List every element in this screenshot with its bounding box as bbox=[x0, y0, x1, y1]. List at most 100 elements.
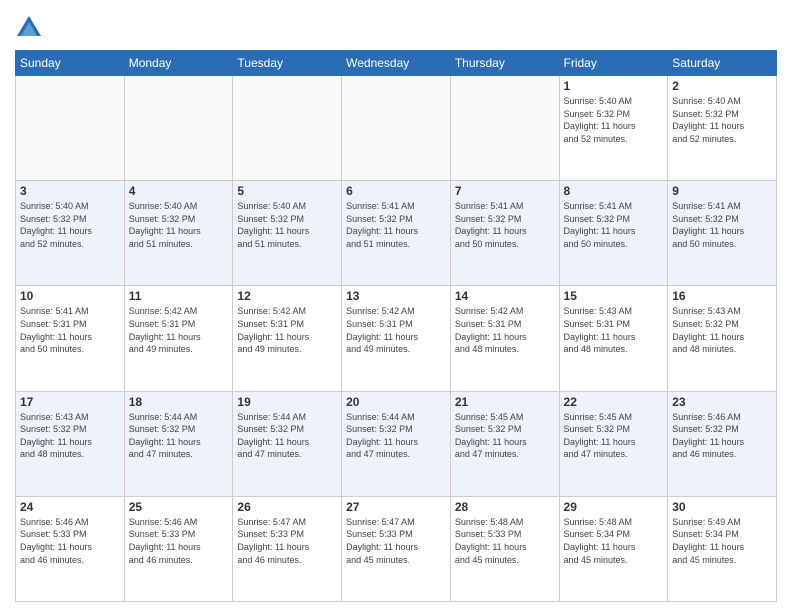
calendar-cell: 19 Sunrise: 5:44 AM Sunset: 5:32 PM Dayli… bbox=[233, 391, 342, 496]
calendar-cell: 27Sunrise: 5:47 AM Sunset: 5:33 PM Dayli… bbox=[342, 496, 451, 601]
day-info: Sunrise: 5:44 AM Sunset: 5:32 PM Dayligh… bbox=[237, 411, 337, 461]
day-number: 11 bbox=[129, 289, 229, 303]
day-number: 8 bbox=[564, 184, 664, 198]
day-info: Sunrise: 5:40 AM Sunset: 5:32 PM Dayligh… bbox=[129, 200, 229, 250]
calendar-cell: 9 Sunrise: 5:41 AM Sunset: 5:32 PM Daylig… bbox=[668, 181, 777, 286]
day-number: 22 bbox=[564, 395, 664, 409]
calendar-cell: 24 Sunrise: 5:46 AM Sunset: 5:33 PM Dayli… bbox=[16, 496, 125, 601]
day-info: Sunrise: 5:40 AM Sunset: 5:32 PM Dayligh… bbox=[672, 95, 772, 145]
day-info: Sunrise: 5:45 AM Sunset: 5:32 PM Dayligh… bbox=[564, 411, 664, 461]
calendar-cell bbox=[450, 76, 559, 181]
calendar-week-2: 3 Sunrise: 5:40 AM Sunset: 5:32 PM Daylig… bbox=[16, 181, 777, 286]
calendar-cell bbox=[16, 76, 125, 181]
calendar-cell: 15 Sunrise: 5:43 AM Sunset: 5:31 PM Dayli… bbox=[559, 286, 668, 391]
day-number: 16 bbox=[672, 289, 772, 303]
calendar-cell: 17 Sunrise: 5:43 AM Sunset: 5:32 PM Dayli… bbox=[16, 391, 125, 496]
day-number: 24 bbox=[20, 500, 120, 514]
day-header-saturday: Saturday bbox=[668, 51, 777, 76]
day-number: 21 bbox=[455, 395, 555, 409]
day-number: 5 bbox=[237, 184, 337, 198]
calendar-cell: 26 Sunrise: 5:47 AM Sunset: 5:33 PM Dayli… bbox=[233, 496, 342, 601]
day-info: Sunrise: 5:47 AM Sunset: 5:33 PM Dayligh… bbox=[237, 516, 337, 566]
day-info: Sunrise: 5:48 AM Sunset: 5:34 PM Dayligh… bbox=[564, 516, 664, 566]
day-info: Sunrise: 5:45 AM Sunset: 5:32 PM Dayligh… bbox=[455, 411, 555, 461]
calendar-cell: 21 Sunrise: 5:45 AM Sunset: 5:32 PM Dayli… bbox=[450, 391, 559, 496]
calendar-cell: 3 Sunrise: 5:40 AM Sunset: 5:32 PM Daylig… bbox=[16, 181, 125, 286]
day-info: Sunrise: 5:49 AM Sunset: 5:34 PM Dayligh… bbox=[672, 516, 772, 566]
calendar: SundayMondayTuesdayWednesdayThursdayFrid… bbox=[15, 50, 777, 602]
calendar-cell: 2Sunrise: 5:40 AM Sunset: 5:32 PM Daylig… bbox=[668, 76, 777, 181]
calendar-cell: 25 Sunrise: 5:46 AM Sunset: 5:33 PM Dayli… bbox=[124, 496, 233, 601]
day-number: 15 bbox=[564, 289, 664, 303]
day-number: 12 bbox=[237, 289, 337, 303]
day-info: Sunrise: 5:48 AM Sunset: 5:33 PM Dayligh… bbox=[455, 516, 555, 566]
day-number: 19 bbox=[237, 395, 337, 409]
calendar-week-1: 1 Sunrise: 5:40 AM Sunset: 5:32 PM Daylig… bbox=[16, 76, 777, 181]
day-header-friday: Friday bbox=[559, 51, 668, 76]
day-info: Sunrise: 5:43 AM Sunset: 5:31 PM Dayligh… bbox=[564, 305, 664, 355]
day-info: Sunrise: 5:46 AM Sunset: 5:33 PM Dayligh… bbox=[20, 516, 120, 566]
day-info: Sunrise: 5:43 AM Sunset: 5:32 PM Dayligh… bbox=[672, 305, 772, 355]
day-header-tuesday: Tuesday bbox=[233, 51, 342, 76]
calendar-cell: 11 Sunrise: 5:42 AM Sunset: 5:31 PM Dayli… bbox=[124, 286, 233, 391]
logo-icon bbox=[15, 14, 43, 42]
day-number: 27 bbox=[346, 500, 446, 514]
calendar-cell: 8 Sunrise: 5:41 AM Sunset: 5:32 PM Daylig… bbox=[559, 181, 668, 286]
day-info: Sunrise: 5:41 AM Sunset: 5:32 PM Dayligh… bbox=[564, 200, 664, 250]
day-info: Sunrise: 5:43 AM Sunset: 5:32 PM Dayligh… bbox=[20, 411, 120, 461]
calendar-cell: 23 Sunrise: 5:46 AM Sunset: 5:32 PM Dayli… bbox=[668, 391, 777, 496]
day-info: Sunrise: 5:41 AM Sunset: 5:32 PM Dayligh… bbox=[455, 200, 555, 250]
day-header-monday: Monday bbox=[124, 51, 233, 76]
day-number: 30 bbox=[672, 500, 772, 514]
day-number: 9 bbox=[672, 184, 772, 198]
day-header-wednesday: Wednesday bbox=[342, 51, 451, 76]
calendar-cell: 29 Sunrise: 5:48 AM Sunset: 5:34 PM Dayli… bbox=[559, 496, 668, 601]
day-info: Sunrise: 5:42 AM Sunset: 5:31 PM Dayligh… bbox=[129, 305, 229, 355]
calendar-cell: 16 Sunrise: 5:43 AM Sunset: 5:32 PM Dayli… bbox=[668, 286, 777, 391]
calendar-cell: 7Sunrise: 5:41 AM Sunset: 5:32 PM Daylig… bbox=[450, 181, 559, 286]
logo bbox=[15, 14, 47, 42]
calendar-cell: 13 Sunrise: 5:42 AM Sunset: 5:31 PM Dayli… bbox=[342, 286, 451, 391]
day-number: 18 bbox=[129, 395, 229, 409]
calendar-cell bbox=[342, 76, 451, 181]
day-info: Sunrise: 5:40 AM Sunset: 5:32 PM Dayligh… bbox=[564, 95, 664, 145]
calendar-cell: 12Sunrise: 5:42 AM Sunset: 5:31 PM Dayli… bbox=[233, 286, 342, 391]
day-number: 25 bbox=[129, 500, 229, 514]
day-info: Sunrise: 5:40 AM Sunset: 5:32 PM Dayligh… bbox=[20, 200, 120, 250]
day-number: 13 bbox=[346, 289, 446, 303]
calendar-cell: 28Sunrise: 5:48 AM Sunset: 5:33 PM Dayli… bbox=[450, 496, 559, 601]
day-info: Sunrise: 5:46 AM Sunset: 5:32 PM Dayligh… bbox=[672, 411, 772, 461]
calendar-cell: 30 Sunrise: 5:49 AM Sunset: 5:34 PM Dayli… bbox=[668, 496, 777, 601]
day-number: 4 bbox=[129, 184, 229, 198]
day-number: 17 bbox=[20, 395, 120, 409]
calendar-cell bbox=[233, 76, 342, 181]
calendar-cell: 6 Sunrise: 5:41 AM Sunset: 5:32 PM Daylig… bbox=[342, 181, 451, 286]
calendar-week-5: 24 Sunrise: 5:46 AM Sunset: 5:33 PM Dayli… bbox=[16, 496, 777, 601]
day-info: Sunrise: 5:40 AM Sunset: 5:32 PM Dayligh… bbox=[237, 200, 337, 250]
day-number: 6 bbox=[346, 184, 446, 198]
day-number: 14 bbox=[455, 289, 555, 303]
day-number: 1 bbox=[564, 79, 664, 93]
calendar-cell: 22 Sunrise: 5:45 AM Sunset: 5:32 PM Dayli… bbox=[559, 391, 668, 496]
day-header-sunday: Sunday bbox=[16, 51, 125, 76]
day-info: Sunrise: 5:46 AM Sunset: 5:33 PM Dayligh… bbox=[129, 516, 229, 566]
calendar-cell: 20Sunrise: 5:44 AM Sunset: 5:32 PM Dayli… bbox=[342, 391, 451, 496]
day-number: 23 bbox=[672, 395, 772, 409]
day-number: 26 bbox=[237, 500, 337, 514]
calendar-header-row: SundayMondayTuesdayWednesdayThursdayFrid… bbox=[16, 51, 777, 76]
calendar-week-4: 17 Sunrise: 5:43 AM Sunset: 5:32 PM Dayli… bbox=[16, 391, 777, 496]
day-number: 29 bbox=[564, 500, 664, 514]
day-info: Sunrise: 5:42 AM Sunset: 5:31 PM Dayligh… bbox=[455, 305, 555, 355]
day-info: Sunrise: 5:42 AM Sunset: 5:31 PM Dayligh… bbox=[346, 305, 446, 355]
day-info: Sunrise: 5:41 AM Sunset: 5:32 PM Dayligh… bbox=[672, 200, 772, 250]
page: SundayMondayTuesdayWednesdayThursdayFrid… bbox=[0, 0, 792, 612]
day-info: Sunrise: 5:44 AM Sunset: 5:32 PM Dayligh… bbox=[129, 411, 229, 461]
day-info: Sunrise: 5:41 AM Sunset: 5:31 PM Dayligh… bbox=[20, 305, 120, 355]
header bbox=[15, 10, 777, 42]
day-number: 20 bbox=[346, 395, 446, 409]
calendar-cell: 4 Sunrise: 5:40 AM Sunset: 5:32 PM Daylig… bbox=[124, 181, 233, 286]
day-number: 3 bbox=[20, 184, 120, 198]
day-number: 10 bbox=[20, 289, 120, 303]
calendar-week-3: 10 Sunrise: 5:41 AM Sunset: 5:31 PM Dayli… bbox=[16, 286, 777, 391]
day-info: Sunrise: 5:41 AM Sunset: 5:32 PM Dayligh… bbox=[346, 200, 446, 250]
